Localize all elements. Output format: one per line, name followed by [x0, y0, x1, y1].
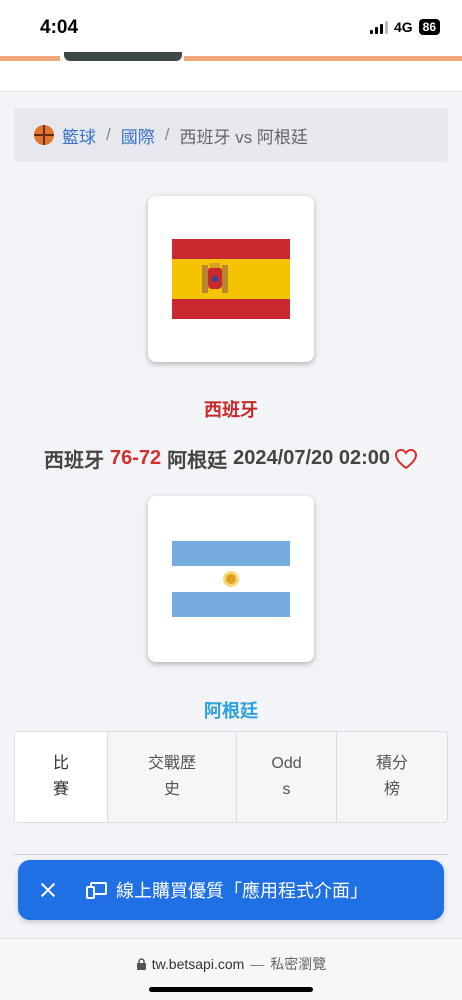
app-promo-banner[interactable]: 線上購買優質「應用程式介面」 [18, 860, 444, 920]
match-summary: 西班牙 76-72 阿根廷 2024/07/20 02:00 [0, 444, 462, 473]
breadcrumb-separator: / [164, 125, 170, 144]
basketball-icon [34, 125, 54, 145]
address-bar[interactable]: tw.betsapi.com — 私密瀏覽 [0, 954, 462, 974]
match-home-team: 西班牙 [44, 450, 105, 472]
tab-standings[interactable]: 積分 榜 [337, 732, 447, 822]
app-promo-text[interactable]: 線上購買優質「應用程式介面」 [116, 877, 368, 903]
banner-stripe-left [0, 56, 60, 61]
private-mode-label: 私密瀏覽 [270, 956, 327, 972]
browser-bar: tw.betsapi.com — 私密瀏覽 [0, 938, 462, 1000]
tab-odds[interactable]: Odd s [237, 732, 337, 822]
match-datetime: 2024/07/20 02:00 [233, 447, 390, 469]
match-score: 76-72 [110, 447, 162, 469]
breadcrumb: 籃球 / 國際 / 西班牙 vs 阿根廷 [14, 108, 448, 162]
match-tabs: 比 賽 交戰歷 史 Odd s 積分 榜 [14, 731, 448, 823]
status-indicators: 4G 86 [369, 19, 440, 35]
breadcrumb-current: 西班牙 vs 阿根廷 [179, 127, 308, 147]
banner-image [64, 52, 182, 61]
away-team-logo-card[interactable] [148, 496, 314, 662]
url-text: tw.betsapi.com [151, 956, 245, 972]
away-team-name[interactable]: 阿根廷 [0, 697, 462, 723]
banner-stripe-right [184, 56, 462, 61]
status-time: 4:04 [40, 17, 79, 38]
tab-head-to-head[interactable]: 交戰歷 史 [108, 732, 237, 822]
breadcrumb-link-basketball[interactable]: 籃球 [62, 123, 96, 148]
tab-match[interactable]: 比 賽 [15, 732, 108, 822]
divider [14, 854, 448, 855]
heart-icon[interactable] [394, 448, 418, 470]
top-banner [0, 52, 462, 92]
signal-icon [369, 20, 388, 34]
breadcrumb-separator: / [106, 125, 111, 144]
home-team-logo-card[interactable] [148, 196, 314, 362]
status-bar: 4:04 4G 86 [0, 0, 462, 52]
match-away-team: 阿根廷 [167, 450, 228, 472]
spain-flag [172, 239, 290, 319]
url-separator: — [250, 956, 265, 972]
home-team-name[interactable]: 西班牙 [0, 396, 462, 422]
home-indicator[interactable] [149, 987, 313, 992]
breadcrumb-link-international[interactable]: 國際 [121, 123, 155, 148]
lock-icon [136, 958, 146, 970]
devices-icon [86, 882, 107, 899]
battery-icon: 86 [418, 19, 440, 35]
network-label: 4G [393, 19, 413, 35]
argentina-flag [172, 541, 290, 617]
close-icon[interactable] [38, 880, 58, 900]
